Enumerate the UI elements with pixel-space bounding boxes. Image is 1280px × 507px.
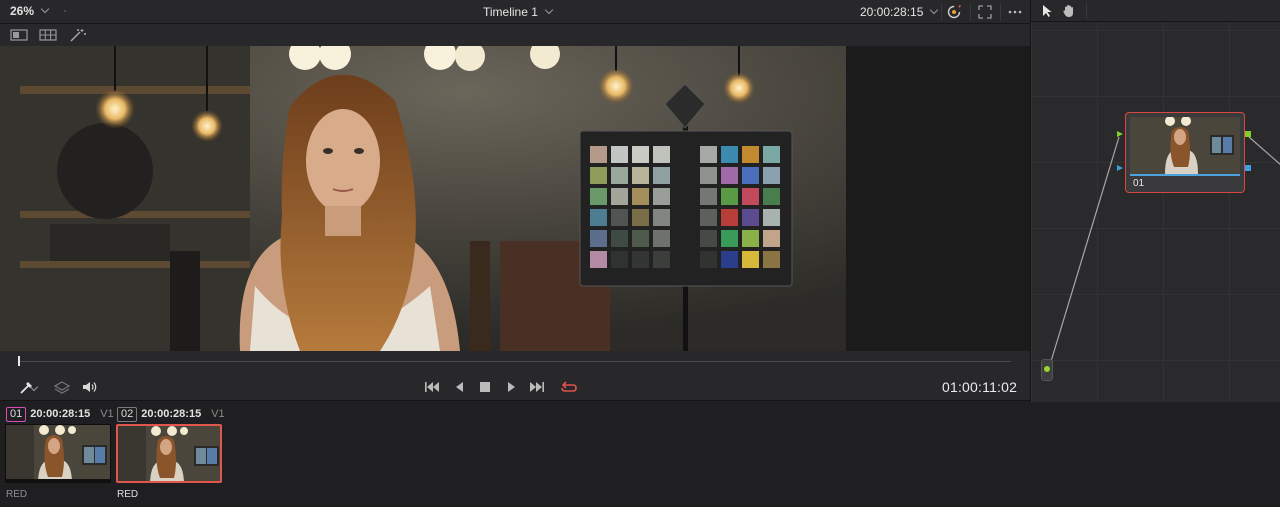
clip-timecode: 20:00:28:15: [30, 408, 91, 420]
clip-number: 01: [6, 407, 27, 422]
clip-timecode: 20:00:28:15: [141, 408, 202, 420]
video-frame: [0, 46, 846, 351]
split-viewer-icon[interactable]: [39, 28, 57, 42]
node-connections: [1048, 136, 1280, 369]
clip-header-1: 01 20:00:28:15 V1: [6, 407, 114, 423]
chevron-down-icon: [40, 4, 50, 14]
viewer[interactable]: [0, 46, 1030, 351]
key-input-port[interactable]: [1117, 165, 1123, 171]
source-timecode: 20:00:28:15: [860, 5, 924, 19]
clip-track: V1: [100, 408, 114, 420]
highlight-icon[interactable]: [946, 4, 962, 20]
clip-codec-label: RED: [117, 489, 139, 500]
play-icon[interactable]: [502, 379, 520, 395]
source-input-node[interactable]: [1041, 359, 1053, 381]
divider: [64, 10, 66, 12]
node-bar: [1130, 174, 1240, 176]
play-reverse-icon[interactable]: [451, 379, 469, 395]
viewer-top-bar: 26% Timeline 1 20:00:28:15: [0, 0, 1030, 24]
node-editor[interactable]: 01: [1030, 0, 1280, 402]
key-output-port[interactable]: [1245, 165, 1251, 171]
node-label: 01: [1133, 178, 1145, 189]
zoom-label: 26%: [10, 4, 35, 18]
loop-icon[interactable]: [560, 379, 578, 395]
stop-icon[interactable]: [476, 379, 494, 395]
clip-codec-label: RED: [6, 489, 28, 500]
clip-header-2: 02 20:00:28:15 V1: [117, 407, 225, 423]
more-options-icon[interactable]: [1007, 4, 1023, 20]
zoom-dropdown[interactable]: 26%: [10, 4, 50, 18]
source-timecode-dropdown[interactable]: 20:00:28:15: [860, 5, 939, 19]
clip-track: V1: [211, 408, 225, 420]
timeline-title: Timeline 1: [483, 5, 538, 19]
timeline-scrubber[interactable]: [0, 351, 1030, 373]
clip-thumbnail-bar: [6, 479, 110, 482]
scrub-track[interactable]: [18, 361, 1011, 362]
volume-icon[interactable]: [81, 379, 99, 395]
clips-strip: 0120:00:28:15V1 RED 0220:00:28:15V1: [0, 402, 1280, 507]
clip-thumbnail-2[interactable]: [116, 424, 222, 483]
layers-icon[interactable]: [53, 379, 71, 395]
go-to-first-frame-icon[interactable]: [423, 379, 441, 395]
rgb-output-port[interactable]: [1245, 131, 1251, 137]
clip-thumbnail-1[interactable]: [5, 424, 111, 483]
current-timecode: 01:00:11:02: [942, 379, 1018, 395]
node-thumbnail: [1130, 117, 1240, 174]
fullscreen-icon[interactable]: [977, 4, 993, 20]
playhead[interactable]: [18, 356, 20, 366]
viewer-sub-toolbar: [0, 24, 1030, 46]
rgb-input-port[interactable]: [1117, 131, 1123, 137]
corrector-node-01[interactable]: 01: [1117, 112, 1251, 193]
video-frame-image: [0, 46, 846, 351]
source-output-port[interactable]: [1044, 366, 1050, 372]
chevron-down-icon: [544, 5, 554, 15]
single-viewer-icon[interactable]: [10, 28, 28, 42]
go-to-last-frame-icon[interactable]: [528, 379, 546, 395]
magic-wand-icon[interactable]: [69, 28, 87, 42]
chevron-down-icon: [930, 5, 939, 15]
transport-controls: 01:00:11:02: [0, 373, 1030, 401]
divider: [1000, 3, 1001, 21]
divider: [941, 3, 942, 21]
clip-number: 02: [117, 407, 138, 422]
divider: [970, 3, 971, 21]
timeline-dropdown[interactable]: Timeline 1: [483, 5, 554, 19]
